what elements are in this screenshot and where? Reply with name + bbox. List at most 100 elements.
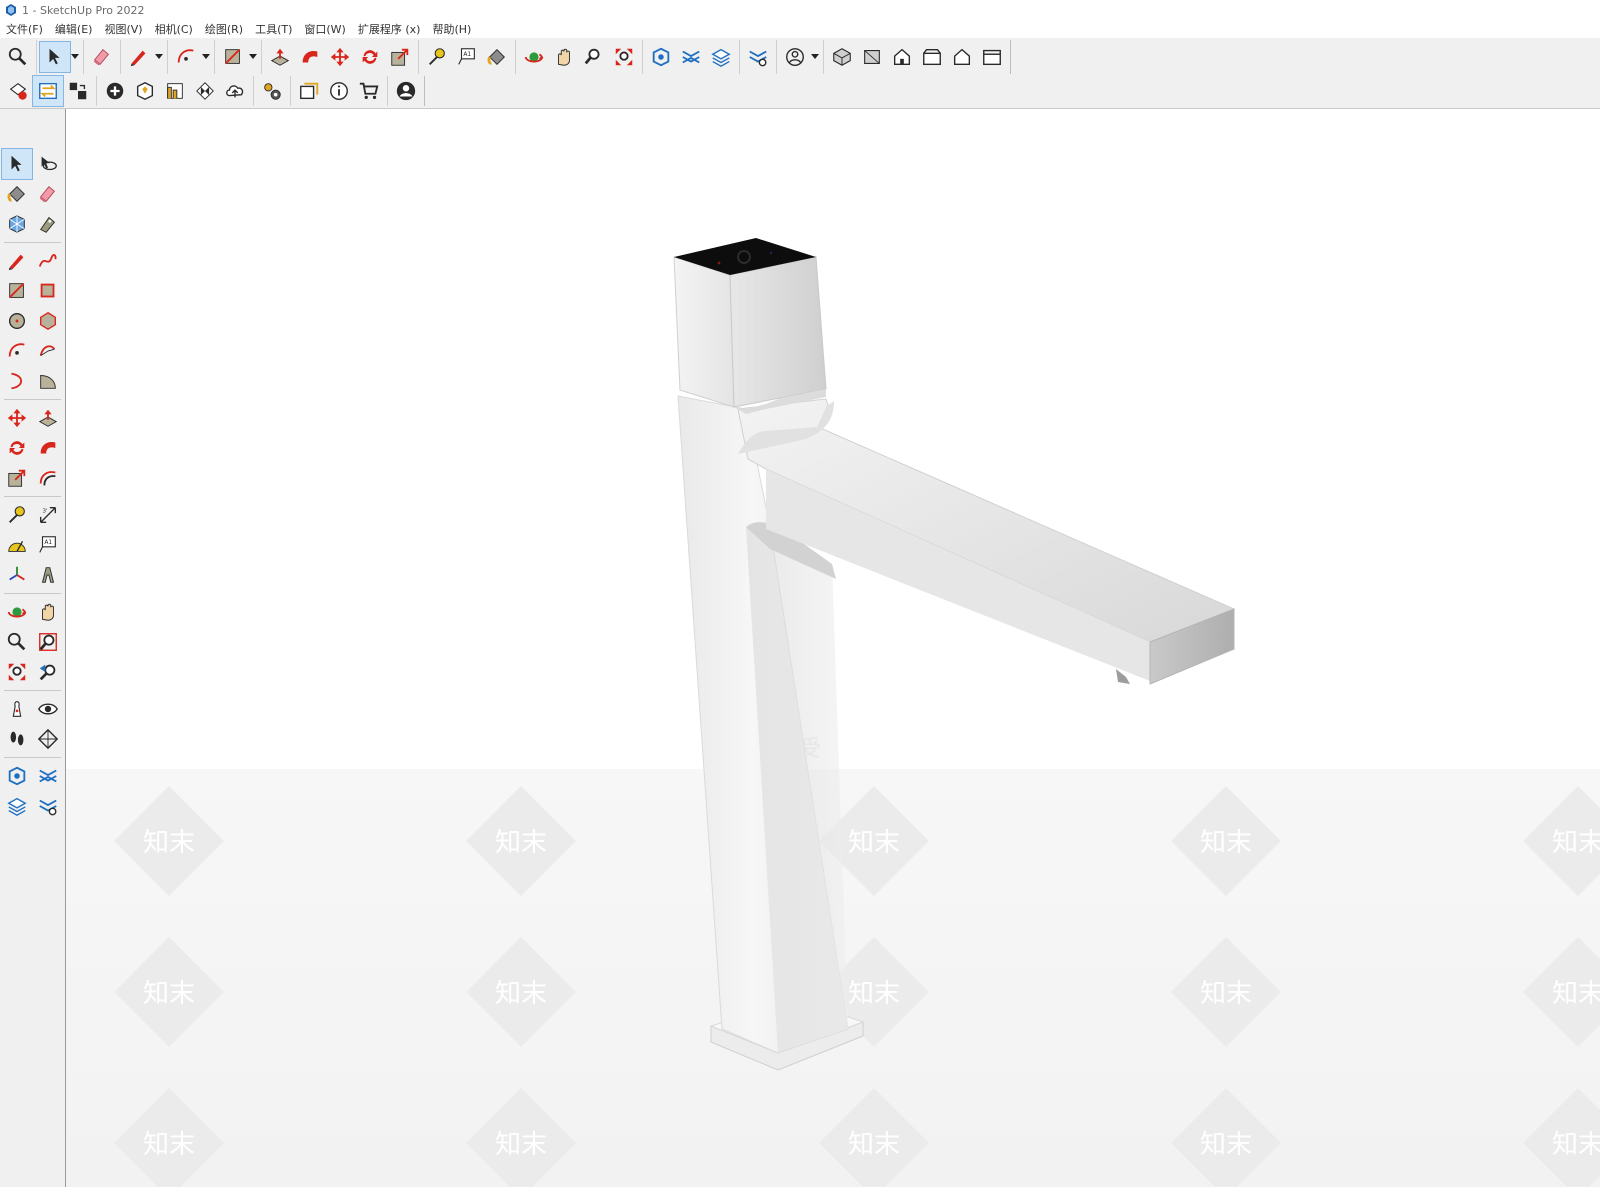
section-plane-button[interactable] [33, 724, 63, 754]
rotate-button[interactable] [2, 433, 32, 463]
select-button[interactable] [1, 148, 33, 180]
zoom-button[interactable] [2, 627, 32, 657]
top-view-button[interactable] [857, 42, 887, 72]
select-dropdown[interactable] [70, 42, 80, 72]
follow-me-button[interactable] [295, 42, 325, 72]
pencil-button[interactable] [124, 42, 154, 72]
arc-button[interactable] [171, 42, 201, 72]
arc-dropdown[interactable] [201, 42, 211, 72]
paint-bucket-button[interactable] [482, 42, 512, 72]
scale-button[interactable] [385, 42, 415, 72]
warehouse-button[interactable] [2, 761, 32, 791]
cloud-upload-button[interactable] [220, 76, 250, 106]
right-view-button[interactable] [917, 42, 947, 72]
zoom-tool-button[interactable] [579, 42, 609, 72]
axes-button[interactable] [2, 560, 32, 590]
extension-manager-button[interactable] [743, 42, 773, 72]
warehouse-button[interactable] [646, 42, 676, 72]
push-pull-button[interactable] [265, 42, 295, 72]
rectangle-dropdown[interactable] [248, 42, 258, 72]
model-info-button[interactable] [3, 76, 33, 106]
circle-button[interactable] [2, 306, 32, 336]
menu-view[interactable]: 视图(V) [98, 21, 148, 37]
tag-tool-button[interactable] [33, 209, 63, 239]
menu-camera[interactable]: 相机(C) [149, 21, 199, 37]
message-button[interactable] [294, 76, 324, 106]
extension-manager-button[interactable] [33, 791, 63, 821]
dimension-button[interactable]: 3' [33, 500, 63, 530]
freehand-button[interactable] [33, 246, 63, 276]
select-button[interactable] [39, 41, 71, 73]
faucet-model[interactable] [66, 109, 1600, 1187]
orbit-button[interactable] [519, 42, 549, 72]
eraser-button[interactable] [87, 42, 117, 72]
cart-button[interactable] [354, 76, 384, 106]
component-button[interactable] [2, 209, 32, 239]
push-pull-button[interactable] [33, 403, 63, 433]
pencil-dropdown[interactable] [154, 42, 164, 72]
move-button[interactable] [325, 42, 355, 72]
extension-warehouse-button[interactable] [676, 42, 706, 72]
account-dropdown[interactable] [810, 42, 820, 72]
eraser-button[interactable] [33, 179, 63, 209]
menu-draw[interactable]: 绘图(R) [199, 21, 249, 37]
zoom-extents-button[interactable] [609, 42, 639, 72]
three-point-arc-button[interactable] [2, 366, 32, 396]
info-button[interactable] [324, 76, 354, 106]
paint-bucket-button[interactable] [2, 179, 32, 209]
text-button[interactable]: A1 [452, 42, 482, 72]
zoom-extents-button[interactable] [2, 657, 32, 687]
left-view-button[interactable] [977, 42, 1007, 72]
styles-button[interactable] [160, 76, 190, 106]
menu-help[interactable]: 帮助(H) [426, 21, 477, 37]
back-view-button[interactable] [947, 42, 977, 72]
pan-button[interactable] [33, 597, 63, 627]
rotated-rectangle-button[interactable] [33, 276, 63, 306]
zoom-button[interactable] [3, 42, 33, 72]
look-around-button[interactable] [33, 694, 63, 724]
previous-view-button[interactable] [33, 657, 63, 687]
layout-button[interactable] [2, 791, 32, 821]
pie-button[interactable] [33, 366, 63, 396]
offset-button[interactable] [33, 463, 63, 493]
front-view-button[interactable] [887, 42, 917, 72]
scale-button[interactable] [2, 463, 32, 493]
position-camera-button[interactable] [2, 694, 32, 724]
walk-button[interactable] [2, 724, 32, 754]
menu-window[interactable]: 窗口(W) [298, 21, 351, 37]
rectangle-button[interactable] [218, 42, 248, 72]
section-button[interactable] [32, 75, 64, 107]
polygon-button[interactable] [33, 306, 63, 336]
texture-button[interactable] [190, 76, 220, 106]
rectangle-button[interactable] [2, 276, 32, 306]
menu-file[interactable]: 文件(F) [0, 21, 49, 37]
tape-measure-button[interactable] [2, 500, 32, 530]
solid-tools-button[interactable] [130, 76, 160, 106]
extension-warehouse-button[interactable] [33, 761, 63, 791]
menu-edit[interactable]: 编辑(E) [49, 21, 99, 37]
tape-measure-button[interactable] [422, 42, 452, 72]
zoom-window-button[interactable] [33, 627, 63, 657]
pan-button[interactable] [549, 42, 579, 72]
add-location-button[interactable] [100, 76, 130, 106]
orbit-select-button[interactable] [33, 149, 63, 179]
layout-button[interactable] [706, 42, 736, 72]
menu-extensions[interactable]: 扩展程序 (x) [352, 21, 427, 37]
3d-text-button[interactable] [33, 560, 63, 590]
account-button[interactable] [780, 42, 810, 72]
follow-me-button[interactable] [33, 433, 63, 463]
iso-view-button[interactable] [827, 42, 857, 72]
orbit-button[interactable] [2, 597, 32, 627]
move-button[interactable] [2, 403, 32, 433]
text-button[interactable]: A1 [33, 530, 63, 560]
pencil-button[interactable] [2, 246, 32, 276]
arc-button[interactable] [2, 336, 32, 366]
protractor-button[interactable] [2, 530, 32, 560]
settings-gears-button[interactable] [257, 76, 287, 106]
modeling-viewport[interactable]: 知末知末知末知末知末知末知末知末知末知末知末知末知末知末知末区 画质会受 [66, 109, 1600, 1187]
two-point-arc-button[interactable] [33, 336, 63, 366]
menu-tools[interactable]: 工具(T) [249, 21, 298, 37]
user-profile-button[interactable] [391, 76, 421, 106]
component-swap-button[interactable] [63, 76, 93, 106]
rotate-button[interactable] [355, 42, 385, 72]
